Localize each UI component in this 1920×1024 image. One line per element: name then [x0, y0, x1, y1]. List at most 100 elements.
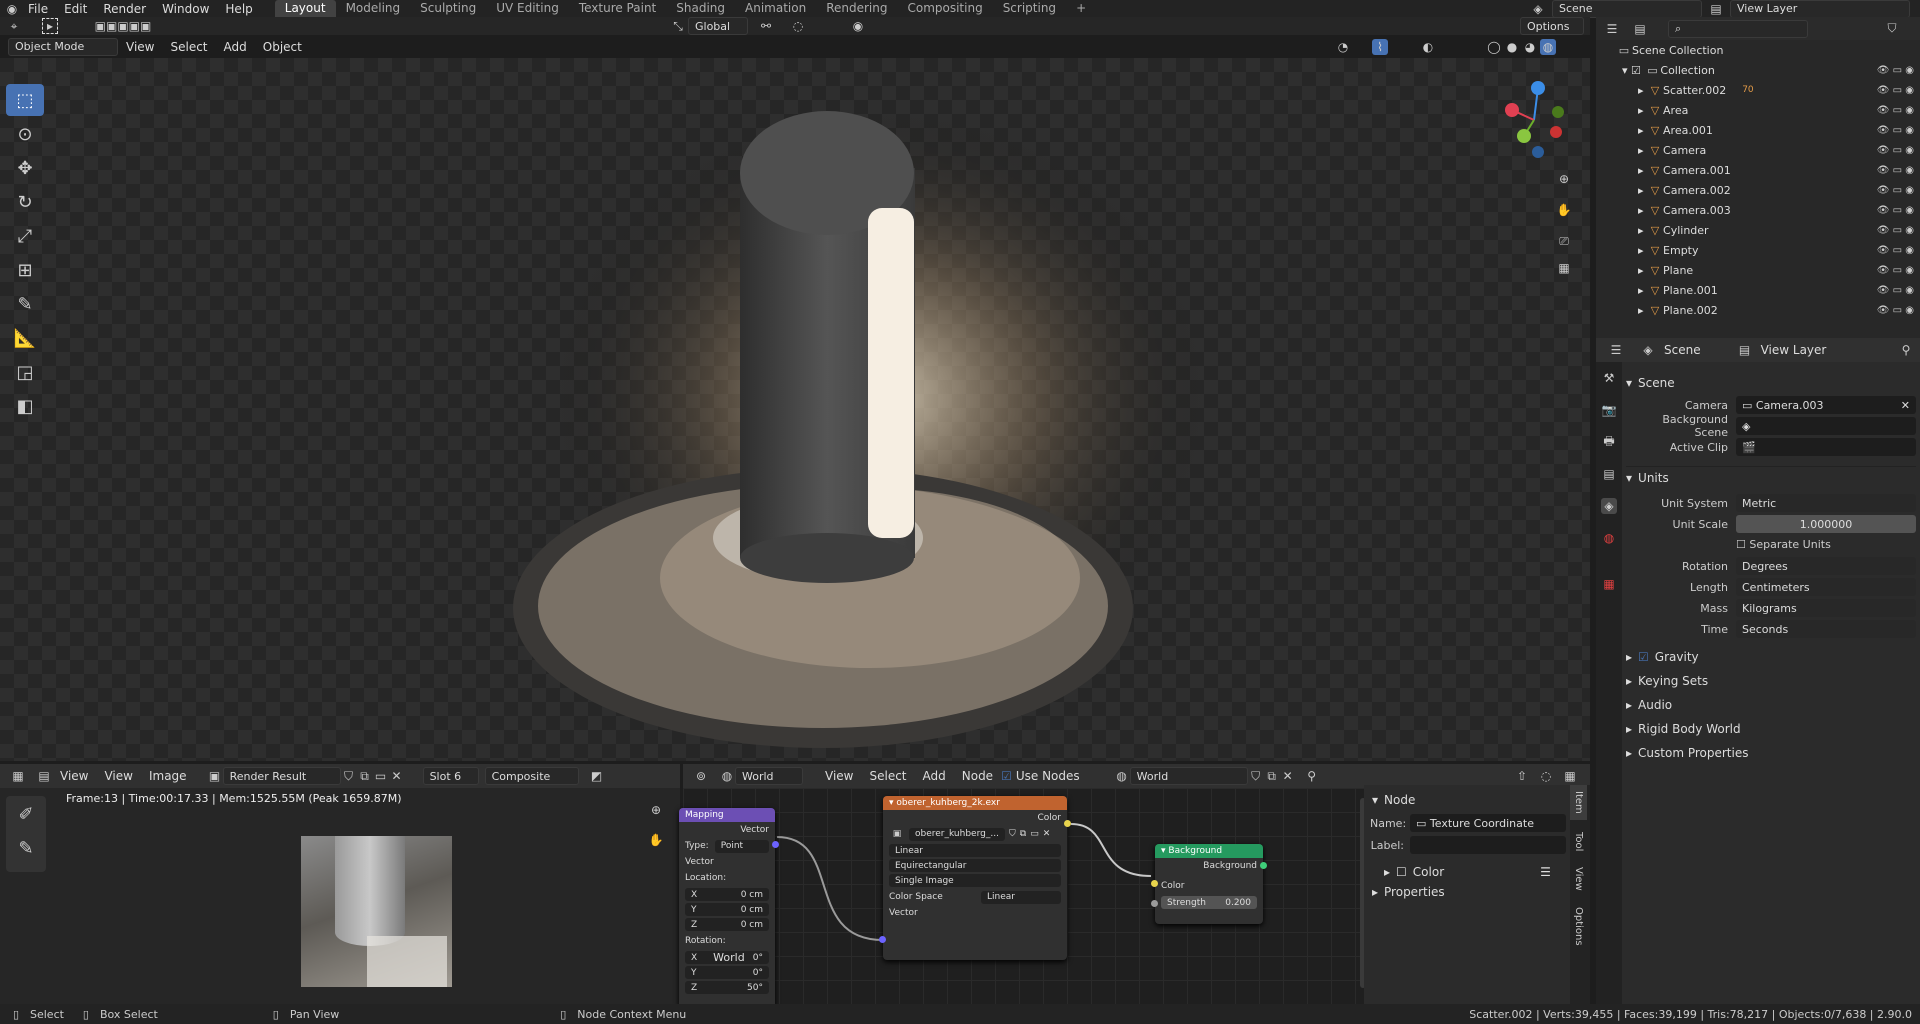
menu-window[interactable]: Window [154, 2, 217, 16]
ortho-grid-icon[interactable]: ▦ [1556, 260, 1572, 276]
viewport-menu-add[interactable]: Add [216, 40, 255, 54]
node-editor-type-icon[interactable]: ⊚ [693, 768, 709, 784]
viewport-menu-object[interactable]: Object [255, 40, 310, 54]
outliner-item[interactable]: ▸ ▽ Camera 👁 ▭ ◉ [1596, 140, 1920, 160]
visibility-icons[interactable]: 👁 ▭ ◉ [1877, 305, 1914, 316]
texture-image-field[interactable]: oberer_kuhberg_... [909, 827, 1005, 841]
camera-view-icon[interactable]: ⎚ [1556, 233, 1572, 249]
visibility-icons[interactable]: 👁 ▭ ◉ [1877, 185, 1914, 196]
scene-section[interactable]: ▾ Scene [1626, 376, 1675, 390]
expand-icon[interactable]: ▸ [1638, 84, 1647, 97]
unlink-icon[interactable]: ✕ [389, 768, 405, 784]
scene-tab-icon[interactable]: ◈ [1601, 498, 1617, 514]
add-cube-tool-icon[interactable]: ◲ [6, 356, 44, 388]
location-y-field[interactable]: Y 0 cm [685, 903, 769, 916]
shading-solid-icon[interactable]: ● [1504, 39, 1520, 55]
filter-icon[interactable]: ⛉ [1884, 21, 1900, 37]
parent-node-tree-icon[interactable]: ⇧ [1514, 768, 1530, 784]
background-output-socket[interactable] [1260, 862, 1267, 869]
expand-icon[interactable]: ▸ [1638, 104, 1647, 117]
checkbox-icon[interactable]: ☑ [1638, 650, 1649, 664]
menu-render[interactable]: Render [95, 2, 154, 16]
annotate-tool-icon[interactable]: ✎ [6, 832, 46, 864]
use-nodes-checkbox[interactable]: ☑ [1001, 769, 1012, 783]
node-name-field[interactable]: ▭ Texture Coordinate [1410, 814, 1566, 832]
rotation-dropdown[interactable]: Degrees [1736, 557, 1916, 575]
expand-icon[interactable]: ▸ [1638, 224, 1647, 237]
units-section[interactable]: ▾ Units [1626, 466, 1916, 488]
3d-viewport[interactable]: ⊕ ✋ ⎚ ▦ [0, 58, 1590, 761]
image-menu-image[interactable]: Image [141, 769, 195, 783]
node-section[interactable]: ▾ Node [1372, 793, 1415, 807]
expand-icon[interactable]: ▾ [1622, 64, 1631, 77]
background-node-title[interactable]: ▾ Background [1155, 844, 1263, 858]
tab-animation[interactable]: Animation [735, 0, 816, 17]
texture-node-title[interactable]: ▾ oberer_kuhberg_2k.exr [883, 796, 1067, 810]
unit-system-dropdown[interactable]: Metric [1736, 494, 1916, 512]
visibility-icons[interactable]: 👁 ▭ ◉ [1877, 105, 1914, 116]
tab-sculpting[interactable]: Sculpting [410, 0, 486, 17]
mapping-output-socket[interactable] [772, 841, 779, 848]
select-box-tool-icon[interactable]: ⬚ [6, 84, 44, 116]
duplicate-icon[interactable]: ⧉ [1020, 829, 1026, 839]
world-tab-icon[interactable]: ◍ [1601, 530, 1617, 546]
pan-hand-icon[interactable]: ✋ [648, 832, 664, 848]
proportional-edit-icon[interactable]: ◉ [850, 18, 866, 34]
outliner-item[interactable]: ▸ ▽ Cylinder 👁 ▭ ◉ [1596, 220, 1920, 240]
outliner-item[interactable]: ▸ ▽ Scatter.002 70 👁 ▭ ◉ [1596, 80, 1920, 100]
visibility-icons[interactable]: 👁 ▭ ◉ [1877, 165, 1914, 176]
expand-icon[interactable]: ▸ [1638, 184, 1647, 197]
tab-view[interactable]: View [1570, 857, 1587, 897]
display-mode-icon[interactable]: ▤ [1632, 21, 1648, 37]
tab-options[interactable]: Options [1570, 897, 1587, 952]
presets-icon[interactable]: ☰ [1540, 865, 1551, 879]
image-view-dropdown[interactable]: View [52, 769, 96, 783]
image-browse-icon[interactable]: ▣ [207, 768, 223, 784]
checkbox-icon[interactable]: ☐ [1736, 538, 1749, 551]
open-image-icon[interactable]: ▭ [1030, 829, 1039, 839]
shading-wireframe-icon[interactable]: ◯ [1486, 39, 1502, 55]
cursor-tool-icon[interactable]: ⊙ [6, 118, 44, 150]
snap-icon[interactable]: ◌ [1538, 768, 1554, 784]
visibility-icons[interactable]: 👁 ▭ ◉ [1877, 265, 1914, 276]
view-layer-selector[interactable]: View Layer [1730, 0, 1910, 18]
checkbox-icon[interactable]: ☐ [1396, 865, 1407, 879]
rotation-x-field[interactable]: X World 0° [685, 951, 769, 964]
active-clip-field[interactable]: 🎬 [1736, 438, 1916, 456]
visibility-icons[interactable]: 👁 ▭ ◉ [1877, 245, 1914, 256]
unit-scale-field[interactable]: 1.000000 [1736, 515, 1916, 533]
outliner-search-input[interactable]: ⌕ [1668, 19, 1808, 38]
texture-tab-icon[interactable]: ▦ [1601, 576, 1617, 592]
pin-icon[interactable]: ⚲ [1898, 342, 1914, 358]
overlay-grid-icon[interactable]: ▦ [1562, 768, 1578, 784]
mapping-node[interactable]: Mapping Vector Type: Point Vector Locatio… [679, 808, 779, 1008]
background-color-socket[interactable] [1151, 880, 1158, 887]
visibility-icons[interactable]: 👁 ▭ ◉ [1877, 285, 1914, 296]
node-menu-add[interactable]: Add [915, 769, 954, 783]
properties-editor-icon[interactable]: ☰ [1608, 342, 1624, 358]
mass-dropdown[interactable]: Kilograms [1736, 599, 1916, 617]
add-workspace-icon[interactable]: + [1066, 0, 1096, 17]
pin-icon[interactable]: ⚲ [1304, 768, 1320, 784]
source-dropdown[interactable]: Single Image [889, 874, 1061, 887]
tab-texture-paint[interactable]: Texture Paint [569, 0, 666, 17]
gravity-section[interactable]: ▸ ☑ Gravity [1626, 650, 1699, 664]
outliner-item[interactable]: ▸ ▽ Plane 👁 ▭ ◉ [1596, 260, 1920, 280]
node-label-field[interactable] [1410, 836, 1566, 854]
tab-scripting[interactable]: Scripting [993, 0, 1066, 17]
menu-file[interactable]: File [20, 2, 56, 16]
expand-icon[interactable]: ▸ [1638, 164, 1647, 177]
output-tab-icon[interactable]: 🖶 [1601, 434, 1617, 450]
pan-hand-icon[interactable]: ✋ [1556, 202, 1572, 218]
open-image-icon[interactable]: ▭ [373, 768, 389, 784]
visibility-icons[interactable]: 👁 ▭ ◉ [1877, 225, 1914, 236]
fake-user-icon[interactable]: ⛉ [1248, 768, 1264, 784]
move-tool-icon[interactable]: ✥ [6, 152, 44, 184]
tab-layout[interactable]: Layout [274, 0, 336, 17]
node-color-section[interactable]: ▸ ☐ Color ☰ [1384, 865, 1551, 879]
expand-icon[interactable]: ▸ [1638, 144, 1647, 157]
tab-shading[interactable]: Shading [666, 0, 735, 17]
strength-field[interactable]: Strength 0.200 [1161, 896, 1257, 909]
visibility-icons[interactable]: 👁 ▭ ◉ [1877, 85, 1914, 96]
outliner-editor-icon[interactable]: ☰ [1604, 21, 1620, 37]
